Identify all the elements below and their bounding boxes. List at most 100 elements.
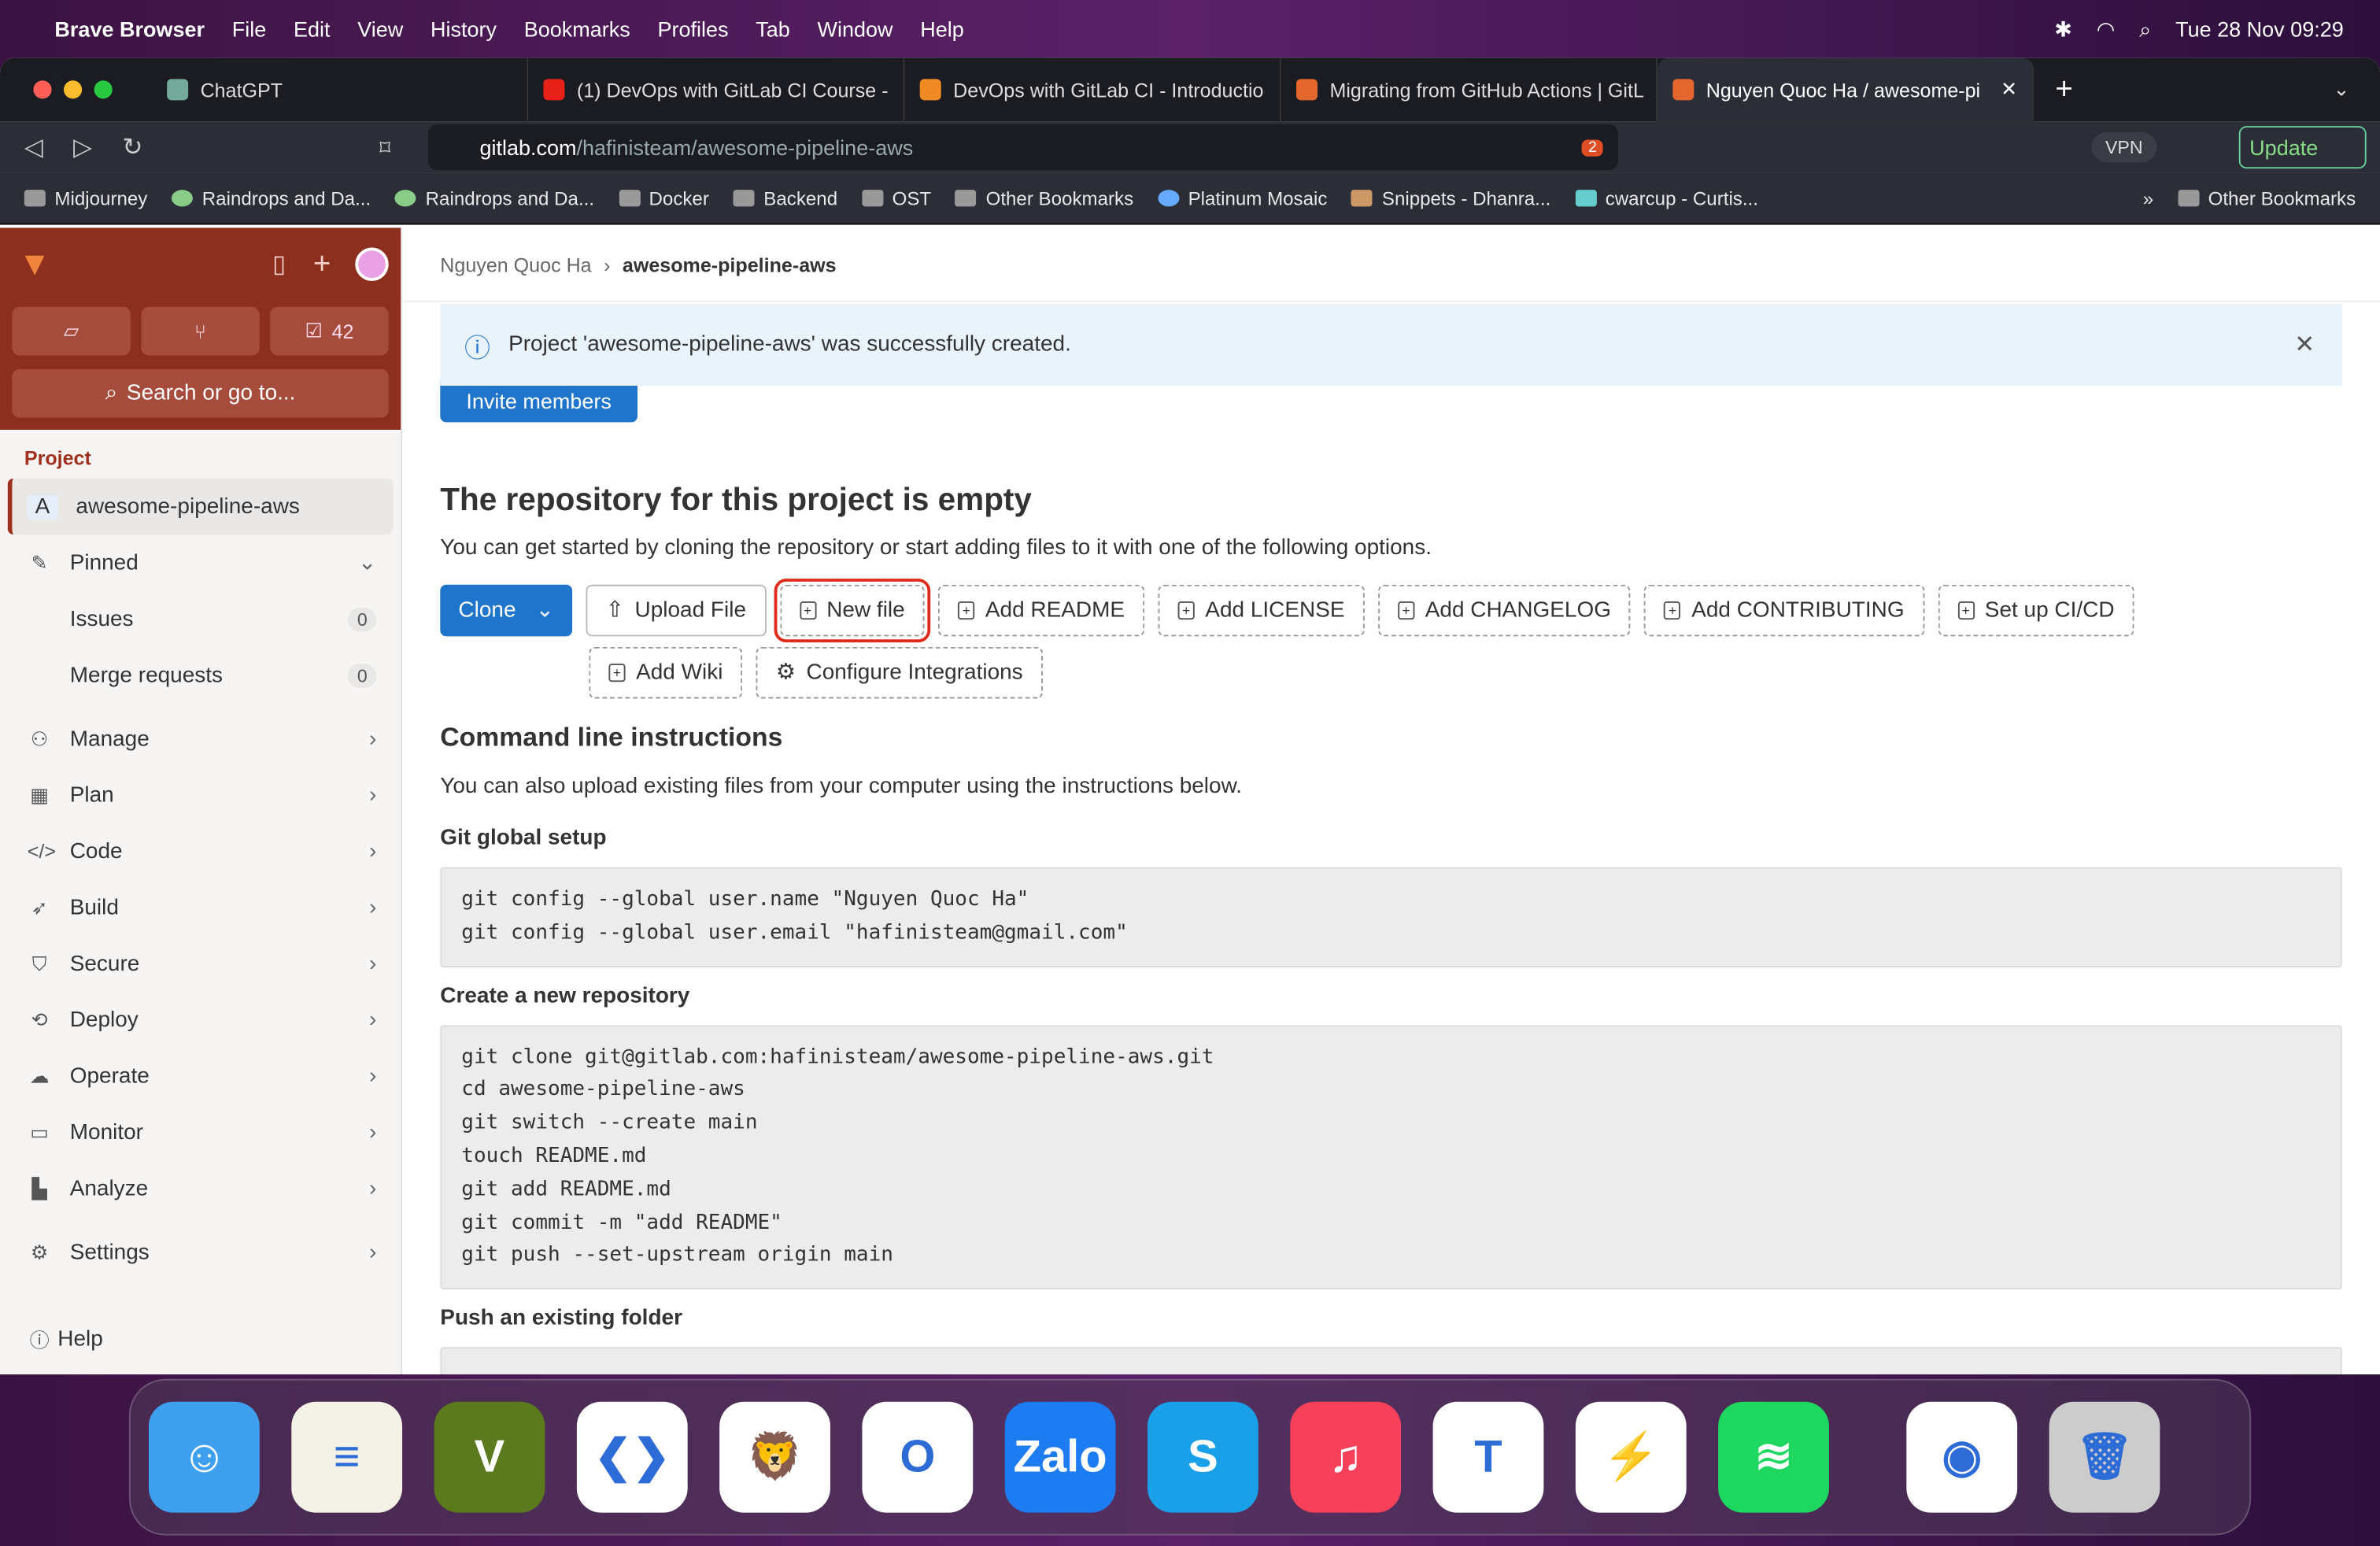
menu-bookmarks[interactable]: Bookmarks — [524, 17, 630, 41]
sidebar-item-plan[interactable]: ▦ Plan › — [0, 767, 401, 823]
clock[interactable]: Tue 28 Nov 09:29 — [2175, 17, 2344, 41]
other-bookmarks-folder[interactable]: Other Bookmarks — [2178, 187, 2356, 209]
dock-app-notes[interactable]: ≡ — [291, 1401, 403, 1513]
breadcrumb-user[interactable]: Nguyen Quoc Ha — [440, 253, 591, 276]
bookmark-item[interactable]: Platinum Mosaic — [1158, 187, 1327, 209]
sidebar-project-item[interactable]: Aawesome-pipeline-aws — [7, 478, 394, 535]
tab-chatgpt[interactable]: ChatGPT — [152, 57, 529, 122]
upload-file-button[interactable]: ⇧ Upload File — [586, 584, 767, 637]
bookmark-icon[interactable]: ⌑ — [379, 135, 390, 161]
vpn-button[interactable]: VPN — [2091, 131, 2156, 163]
add-wiki-button[interactable]: + Add Wiki — [589, 646, 743, 699]
clone-dropdown-button[interactable]: Clone ⌄ — [440, 584, 573, 637]
create-repo-code[interactable]: git clone git@gitlab.com:hafinisteam/awe… — [440, 1024, 2342, 1290]
add-license-button[interactable]: + Add LICENSE — [1158, 584, 1365, 637]
menu-app-name[interactable]: Brave Browser — [54, 17, 205, 41]
zoom-window-button[interactable] — [94, 80, 113, 99]
bookmarks-overflow-button[interactable]: » — [2143, 187, 2153, 209]
issues-shortcut-button[interactable]: ▱ — [12, 306, 131, 356]
sidebar-item-code[interactable]: </> Code › — [0, 823, 401, 879]
sidebar-item-deploy[interactable]: ⟲ Deploy › — [0, 992, 401, 1048]
close-window-button[interactable] — [33, 80, 52, 99]
menu-view[interactable]: View — [357, 17, 403, 41]
bookmark-item[interactable]: Midjourney — [24, 187, 147, 209]
dock-app-messenger[interactable]: ⚡ — [1575, 1401, 1687, 1513]
sidebar-item-analyze[interactable]: ▙ Analyze › — [0, 1160, 401, 1216]
menu-window[interactable]: Window — [817, 17, 893, 41]
dock-app-outlook[interactable]: O — [862, 1401, 974, 1513]
bookmark-item[interactable]: Raindrops and Da... — [395, 187, 594, 209]
bookmark-folder[interactable]: Backend — [733, 187, 837, 209]
dismiss-alert-button[interactable]: ✕ — [2294, 330, 2315, 361]
new-tab-button[interactable]: + — [2055, 72, 2073, 107]
wifi-icon[interactable]: ◠ — [2097, 16, 2116, 42]
configure-integrations-button[interactable]: ⚙ Configure Integrations — [756, 646, 1043, 699]
sidebar-item-settings[interactable]: ⚙ Settings › — [0, 1224, 401, 1280]
reload-button[interactable]: ↻ — [122, 132, 142, 163]
sidebar-toggle-icon[interactable]: ▯ — [272, 249, 286, 279]
help-button[interactable]: ⓘ Help — [0, 1311, 401, 1367]
menu-history[interactable]: History — [431, 17, 497, 41]
sidebar-item-secure[interactable]: ⛉ Secure › — [0, 935, 401, 991]
close-tab-icon[interactable]: ✕ — [2001, 77, 2017, 102]
bluetooth-icon[interactable]: ✱ — [2054, 16, 2072, 42]
label: Code — [69, 838, 123, 864]
dock-app-trash[interactable]: 🗑 — [2049, 1401, 2160, 1513]
tab-list-chevron-icon[interactable]: ⌄ — [2333, 77, 2349, 102]
bookmark-folder[interactable]: OST — [861, 187, 931, 209]
tab-active-project[interactable]: Nguyen Quoc Ha / awesome-pi ✕ — [1658, 57, 2034, 122]
dock-app-spotify[interactable]: ≋ — [1718, 1401, 1829, 1513]
brave-shields-icon[interactable]: 2 — [1582, 139, 1603, 156]
sidebar-item-build[interactable]: ➶ Build › — [0, 879, 401, 935]
todos-shortcut-button[interactable]: ☑ 42 — [270, 306, 389, 356]
dock-app-vim[interactable]: V — [434, 1401, 545, 1513]
add-contributing-button[interactable]: + Add CONTRIBUTING — [1644, 584, 1924, 637]
tab-migrating[interactable]: Migrating from GitHub Actions | GitL — [1281, 57, 1658, 122]
dock-app-brave[interactable]: 🦁 — [719, 1401, 830, 1513]
tab-devops-intro[interactable]: DevOps with GitLab CI - Introductio — [904, 57, 1281, 122]
push-folder-code[interactable] — [440, 1347, 2342, 1375]
sidebar-item-issues[interactable]: Issues 0 — [0, 590, 401, 646]
breadcrumb-project[interactable]: awesome-pipeline-aws — [623, 253, 837, 276]
dock-app-chrome[interactable]: ◉ — [1906, 1401, 2018, 1513]
menu-help[interactable]: Help — [920, 17, 964, 41]
menu-edit[interactable]: Edit — [294, 17, 331, 41]
bookmark-item[interactable]: cwarcup - Curtis... — [1575, 187, 1758, 209]
dock-app-zalo[interactable]: Zalo — [1004, 1401, 1116, 1513]
bookmark-item[interactable]: Snippets - Dhanra... — [1351, 187, 1550, 209]
search-button[interactable]: ⌕ Search or go to... — [12, 368, 389, 418]
bookmark-item[interactable]: Raindrops and Da... — [172, 187, 371, 209]
bookmark-folder[interactable]: Docker — [618, 187, 709, 209]
invite-members-button[interactable]: Invite members — [440, 379, 638, 423]
sidebar-item-pinned[interactable]: ✎ Pinned ⌄ — [0, 534, 401, 590]
back-button[interactable]: ◁ — [24, 132, 43, 163]
minimize-window-button[interactable] — [64, 80, 83, 99]
user-avatar[interactable] — [355, 247, 389, 281]
tab-devops-course[interactable]: (1) DevOps with GitLab CI Course - — [528, 57, 905, 122]
update-button[interactable]: Update — [2238, 126, 2367, 169]
create-new-icon[interactable]: + — [313, 247, 331, 282]
bookmark-folder[interactable]: Other Bookmarks — [955, 187, 1133, 209]
setup-cicd-button[interactable]: + Set up CI/CD — [1938, 584, 2134, 637]
sidebar-item-manage[interactable]: ⚇ Manage › — [0, 711, 401, 767]
sidebar-item-operate[interactable]: ☁ Operate › — [0, 1048, 401, 1104]
menu-tab[interactable]: Tab — [756, 17, 790, 41]
dock-app-finder[interactable]: ☺ — [149, 1401, 260, 1513]
menu-file[interactable]: File — [232, 17, 267, 41]
git-global-setup-code[interactable]: git config --global user.name "Nguyen Qu… — [440, 867, 2342, 967]
sidebar-item-merge-requests[interactable]: Merge requests 0 — [0, 647, 401, 703]
menu-profiles[interactable]: Profiles — [657, 17, 728, 41]
spotlight-icon[interactable]: ⌕ — [2139, 16, 2151, 42]
merge-requests-shortcut-button[interactable]: ⑂ — [141, 306, 260, 356]
dock-app-skype[interactable]: S — [1148, 1401, 1258, 1513]
sidebar-item-monitor[interactable]: ▭ Monitor › — [0, 1104, 401, 1160]
new-file-button[interactable]: + New file — [773, 579, 931, 643]
dock-app-vs-code[interactable]: ❮❯ — [576, 1401, 688, 1513]
dock-app-teams[interactable]: T — [1432, 1401, 1544, 1513]
gitlab-logo-icon[interactable]: ▼ — [18, 245, 51, 284]
add-readme-button[interactable]: + Add README — [938, 584, 1145, 637]
dock-app-music[interactable]: ♫ — [1290, 1401, 1402, 1513]
forward-button[interactable]: ▷ — [73, 132, 92, 163]
address-bar[interactable]: gitlab.com/hafinisteam/awesome-pipeline-… — [427, 124, 1618, 171]
add-changelog-button[interactable]: + Add CHANGELOG — [1377, 584, 1632, 637]
